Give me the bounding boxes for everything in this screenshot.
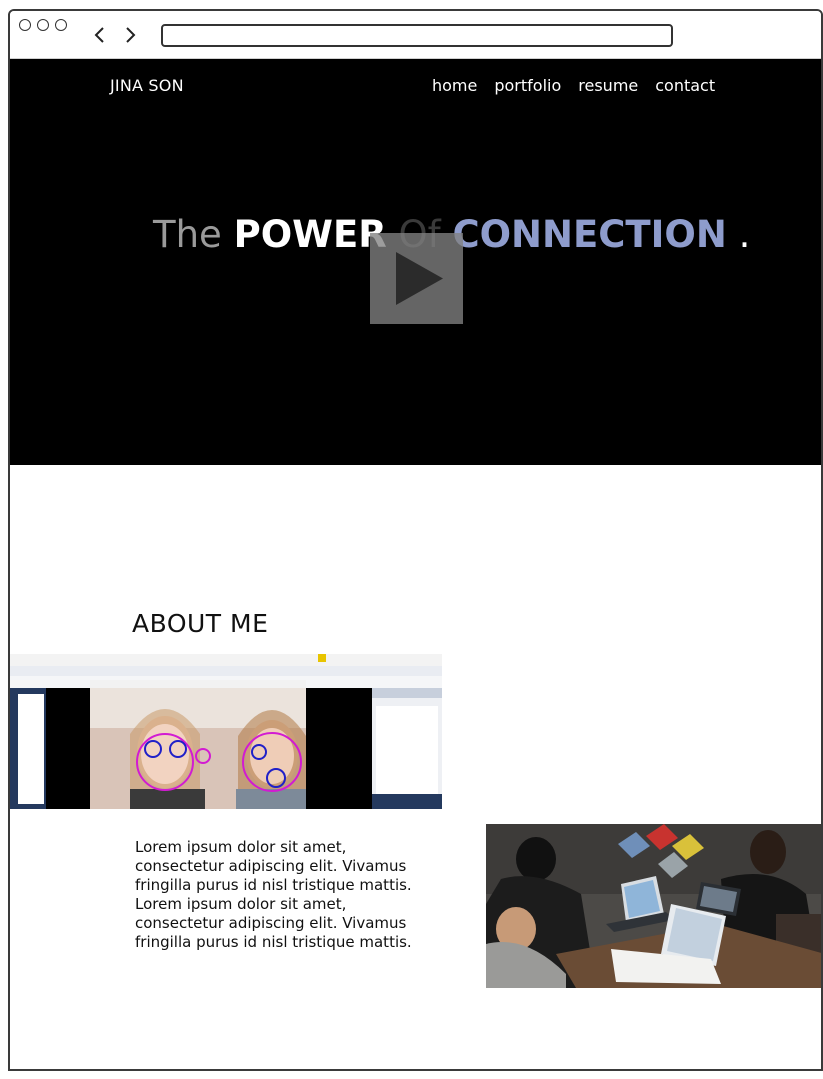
play-icon <box>396 252 443 305</box>
nav-link-contact[interactable]: contact <box>655 76 715 95</box>
nav-link-resume[interactable]: resume <box>578 76 638 95</box>
chevron-left-icon <box>94 27 104 43</box>
team-meeting-photo <box>486 824 821 988</box>
about-heading: ABOUT ME <box>132 609 269 638</box>
window-minimize-dot[interactable] <box>37 19 49 31</box>
headline-word-connection: CONNECTION <box>452 213 727 256</box>
headline-period: . <box>738 213 751 256</box>
browser-chrome <box>10 11 821 59</box>
forward-button[interactable] <box>121 25 139 45</box>
hero-section: JINA SON home portfolio resume contact T… <box>10 59 821 465</box>
about-paragraph: Lorem ipsum dolor sit amet, consectetur … <box>135 838 412 951</box>
face-detection-screenshot <box>10 654 442 809</box>
browser-window: JINA SON home portfolio resume contact T… <box>8 9 823 1071</box>
window-close-dot[interactable] <box>19 19 31 31</box>
site-brand[interactable]: JINA SON <box>110 76 184 95</box>
nav-link-home[interactable]: home <box>432 76 477 95</box>
back-button[interactable] <box>91 25 109 45</box>
headline-word-the: The <box>153 213 222 256</box>
headline-word-power: POWER <box>233 213 387 256</box>
chevron-right-icon <box>126 27 136 43</box>
video-play-button[interactable] <box>370 233 463 324</box>
address-bar[interactable] <box>161 24 673 47</box>
nav-link-portfolio[interactable]: portfolio <box>494 76 561 95</box>
main-nav: home portfolio resume contact <box>432 76 715 95</box>
window-maximize-dot[interactable] <box>55 19 67 31</box>
